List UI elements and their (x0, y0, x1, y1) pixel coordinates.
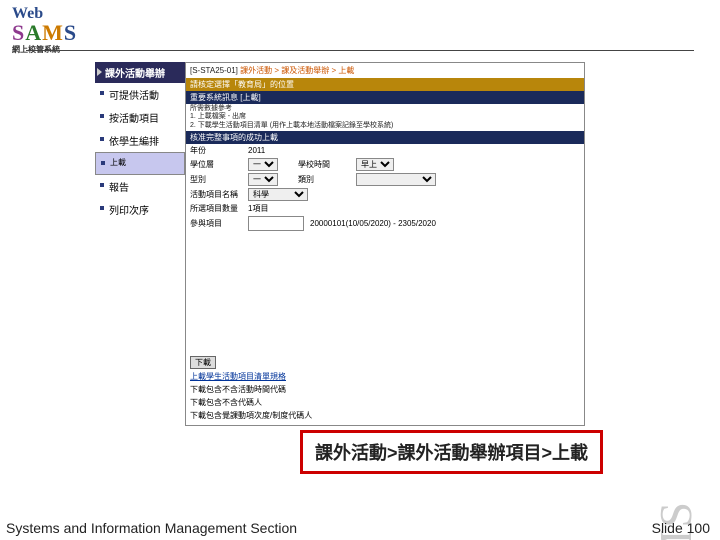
level-label: 學位層 (190, 159, 248, 170)
breadcrumb: [S-STA25-01] 課外活動 > 課及活動舉辦 > 上載 (186, 63, 584, 78)
sidebar-item-1[interactable]: 按活動項目 (95, 106, 185, 129)
sidebar-header[interactable]: 課外活動舉辦 (95, 62, 185, 83)
act-label: 參與項目 (190, 218, 248, 229)
item-select[interactable]: 科學 (248, 188, 308, 201)
count-value: 1項目 (248, 203, 268, 214)
footer-left: Systems and Information Management Secti… (6, 520, 297, 536)
type-label: 型別 (190, 174, 248, 185)
item-label: 活動項目名稱 (190, 189, 248, 200)
sidebar: 課外活動舉辦 可提供活動 按活動項目 依學生編排 上載 報告 列印次序 (95, 62, 185, 221)
level-select[interactable]: 一 (248, 158, 278, 171)
year-value: 2011 (248, 146, 265, 155)
section-header-2: 核准完整事項的成功上載 (186, 131, 584, 144)
logo-sams: SAMS (12, 22, 77, 44)
section-header-1: 重要系統訊息 [上載] (186, 91, 584, 104)
term-label: 學校時間 (298, 159, 356, 170)
count-label: 所選項目數量 (190, 203, 248, 214)
main-panel: [S-STA25-01] 課外活動 > 課及活動舉辦 > 上載 請核定選擇「教育… (185, 62, 585, 426)
callout-box: 課外活動>課外活動舉辦項目>上載 (300, 430, 603, 474)
sidebar-item-report[interactable]: 報告 (95, 175, 185, 198)
cat-label: 類別 (298, 174, 356, 185)
date-range: 20000101(10/05/2020) - 2305/2020 (310, 219, 436, 228)
type-select[interactable]: 一 (248, 173, 278, 186)
dl-option-2: 下載包含不含代碼人 (190, 397, 312, 408)
spec-link[interactable]: 上載學生活動項目清單規格 (190, 371, 312, 382)
warning-banner: 請核定選擇「教育局」的位置 (186, 78, 584, 91)
cat-select[interactable] (356, 173, 436, 186)
dl-option-3: 下載包含覺課動項次度/制度代碼人 (190, 410, 312, 421)
sidebar-item-upload[interactable]: 上載 (95, 152, 185, 175)
year-label: 年份 (190, 145, 248, 156)
help-text: 所需數據參考 1. 上載檔案 - 出席 2. 下載學生活動項目清單 (用作上載本… (186, 104, 584, 131)
term-select[interactable]: 早上 (356, 158, 394, 171)
act-input[interactable] (248, 216, 304, 231)
sidebar-item-2[interactable]: 依學生編排 (95, 129, 185, 152)
download-button[interactable]: 下載 (190, 356, 216, 369)
dl-option-1: 下載包含不含活動時間代碼 (190, 384, 312, 395)
sidebar-item-0[interactable]: 可提供活動 (95, 83, 185, 106)
divider (26, 50, 694, 51)
panel-bottom: 下載 上載學生活動項目清單規格 下載包含不含活動時間代碼 下載包含不含代碼人 下… (190, 356, 312, 421)
footer-right: Slide 100 (652, 520, 710, 536)
app-logo: Web SAMS 網上校管系統 (12, 6, 77, 54)
sidebar-item-print[interactable]: 列印次序 (95, 198, 185, 221)
